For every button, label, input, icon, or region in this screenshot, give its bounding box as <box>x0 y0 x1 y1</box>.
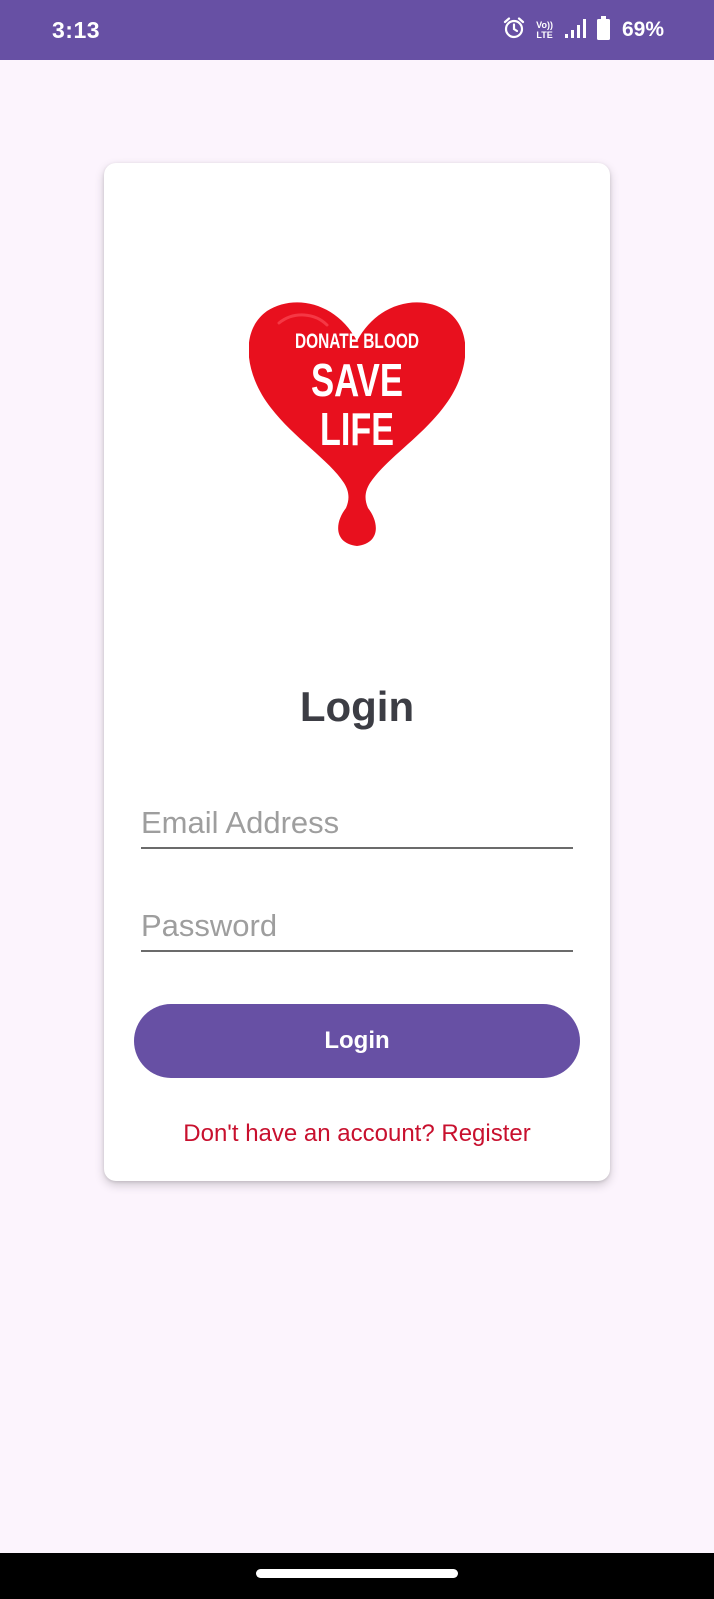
logo-line-donate-blood: DONATE BLOOD <box>295 330 419 353</box>
password-field[interactable] <box>141 908 573 944</box>
donate-blood-logo: DONATE BLOOD SAVE LIFE <box>249 302 465 546</box>
volte-lte-icon: Vo)) LTE <box>536 20 553 40</box>
navigation-bar <box>0 1553 714 1599</box>
battery-icon <box>596 15 610 45</box>
home-gesture-handle[interactable] <box>256 1569 458 1578</box>
email-field-container <box>141 791 573 849</box>
status-icons: Vo)) LTE 69% <box>502 13 664 47</box>
email-field[interactable] <box>141 805 573 841</box>
signal-icon <box>563 17 587 44</box>
volte-label: Vo)) <box>536 20 553 30</box>
register-link[interactable]: Don't have an account? Register <box>104 1120 610 1148</box>
logo-line-save: SAVE <box>311 354 403 406</box>
status-time: 3:13 <box>52 17 101 43</box>
lte-label: LTE <box>536 30 553 40</box>
status-bar: 3:13 Vo)) LTE 69% <box>0 0 714 60</box>
alarm-icon <box>502 16 526 45</box>
login-button[interactable]: Login <box>134 1004 580 1078</box>
logo-line-life: LIFE <box>320 403 394 455</box>
battery-percent: 69% <box>621 18 664 41</box>
password-field-container <box>141 894 573 952</box>
login-title: Login <box>299 683 415 730</box>
login-card: DONATE BLOOD SAVE LIFE Login Login Don't… <box>104 163 610 1181</box>
